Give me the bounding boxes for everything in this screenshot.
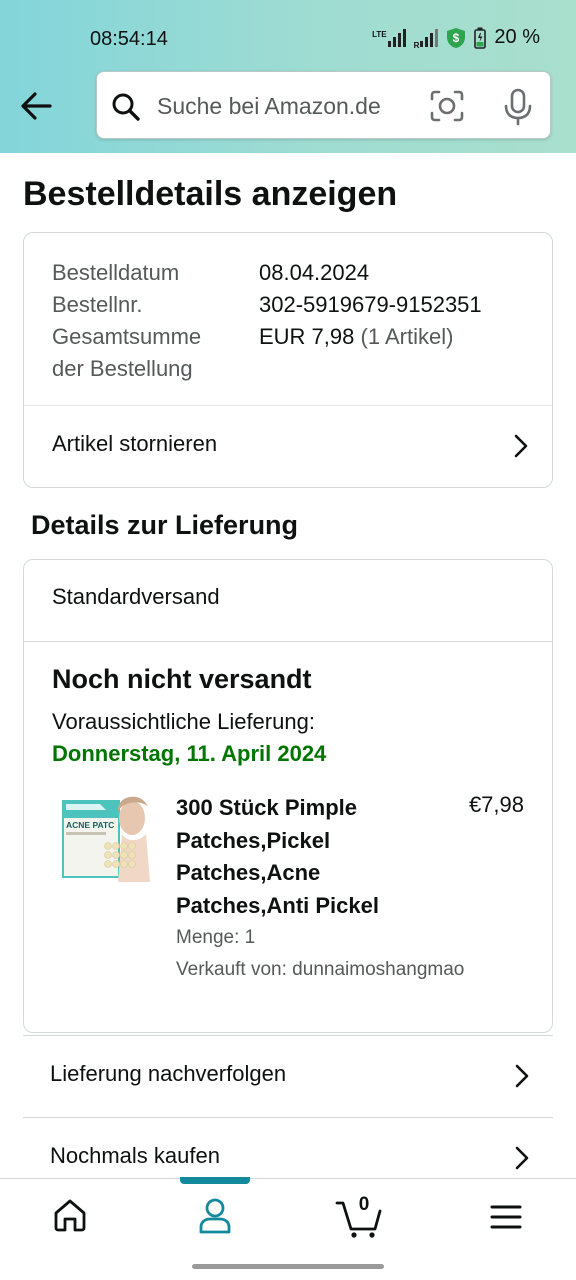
order-date-value: 08.04.2024: [259, 260, 370, 285]
battery-icon: [474, 27, 487, 49]
order-summary-card: Bestelldatum 08.04.2024 Bestellnr. 302-5…: [23, 232, 553, 488]
microphone-icon[interactable]: [502, 88, 534, 126]
eta-label: Voraussichtliche Lieferung:: [52, 709, 315, 734]
gesture-bar: [192, 1264, 384, 1269]
product-quantity: Menge: 1: [176, 927, 256, 948]
product-title[interactable]: 300 Stück Pimple Patches,Pickel Patches,…: [176, 792, 416, 922]
security-shield-icon: $: [447, 27, 466, 48]
status-icons: LTE R $ 20 %: [372, 26, 540, 50]
order-date-label: Bestelldatum: [52, 260, 180, 285]
chevron-right-icon: [515, 1146, 529, 1170]
lte-signal-icon: LTE: [372, 28, 406, 47]
order-total-label: Gesamtsumme: [52, 324, 202, 349]
account-icon[interactable]: [197, 1197, 233, 1235]
delivery-card: Standardversand Noch nicht versandt Vora…: [23, 559, 553, 1033]
eta-date: Donnerstag, 11. April 2024: [52, 741, 327, 766]
track-delivery-label: Lieferung nachverfolgen: [50, 1061, 287, 1086]
delivery-section-title: Details zur Lieferung: [31, 510, 299, 540]
home-icon[interactable]: [52, 1197, 88, 1233]
chevron-right-icon: [515, 1064, 529, 1088]
bottom-navigation: 0: [0, 1177, 576, 1256]
shipment-status: Noch nicht versandt: [52, 664, 312, 694]
buy-again-label: Nochmals kaufen: [50, 1143, 220, 1168]
svg-text:ACNE PATC: ACNE PATC: [66, 820, 114, 830]
order-total-label-line2: der Bestellung: [52, 356, 193, 381]
camera-lens-icon[interactable]: [430, 90, 464, 122]
divider: [24, 641, 552, 642]
order-number-value: 302-5919679-9152351: [259, 292, 482, 317]
roaming-signal-icon: R: [414, 28, 439, 50]
search-bar[interactable]: [96, 71, 551, 139]
status-time: 08:54:14: [90, 28, 168, 50]
cart-icon: [335, 1201, 382, 1238]
svg-text:$: $: [453, 31, 460, 45]
order-number-label: Bestellnr.: [52, 292, 143, 317]
order-item-count: (1 Artikel): [360, 324, 454, 349]
product-seller: Verkauft von: dunnaimoshangmao: [176, 959, 465, 980]
shipping-method: Standardversand: [52, 584, 220, 609]
app-header: 08:54:14 LTE R $ 20 %: [0, 0, 576, 153]
track-delivery-row[interactable]: Lieferung nachverfolgen: [23, 1035, 553, 1117]
product-price: €7,98: [468, 792, 524, 817]
chevron-right-icon: [514, 434, 528, 458]
menu-icon[interactable]: [490, 1203, 522, 1231]
page-title: Bestelldetails anzeigen: [23, 175, 398, 213]
search-icon: [112, 93, 140, 121]
order-total-value: EUR 7,98: [259, 324, 355, 349]
cancel-items-row[interactable]: Artikel stornieren: [24, 406, 552, 487]
back-arrow-icon[interactable]: [18, 88, 54, 124]
cart-button[interactable]: 0: [335, 1194, 383, 1239]
cancel-items-label: Artikel stornieren: [52, 431, 218, 456]
product-image[interactable]: ACNE PATC: [60, 790, 152, 882]
search-input[interactable]: [157, 90, 417, 122]
active-tab-indicator: [180, 1177, 250, 1184]
battery-percent: 20 %: [494, 26, 540, 48]
